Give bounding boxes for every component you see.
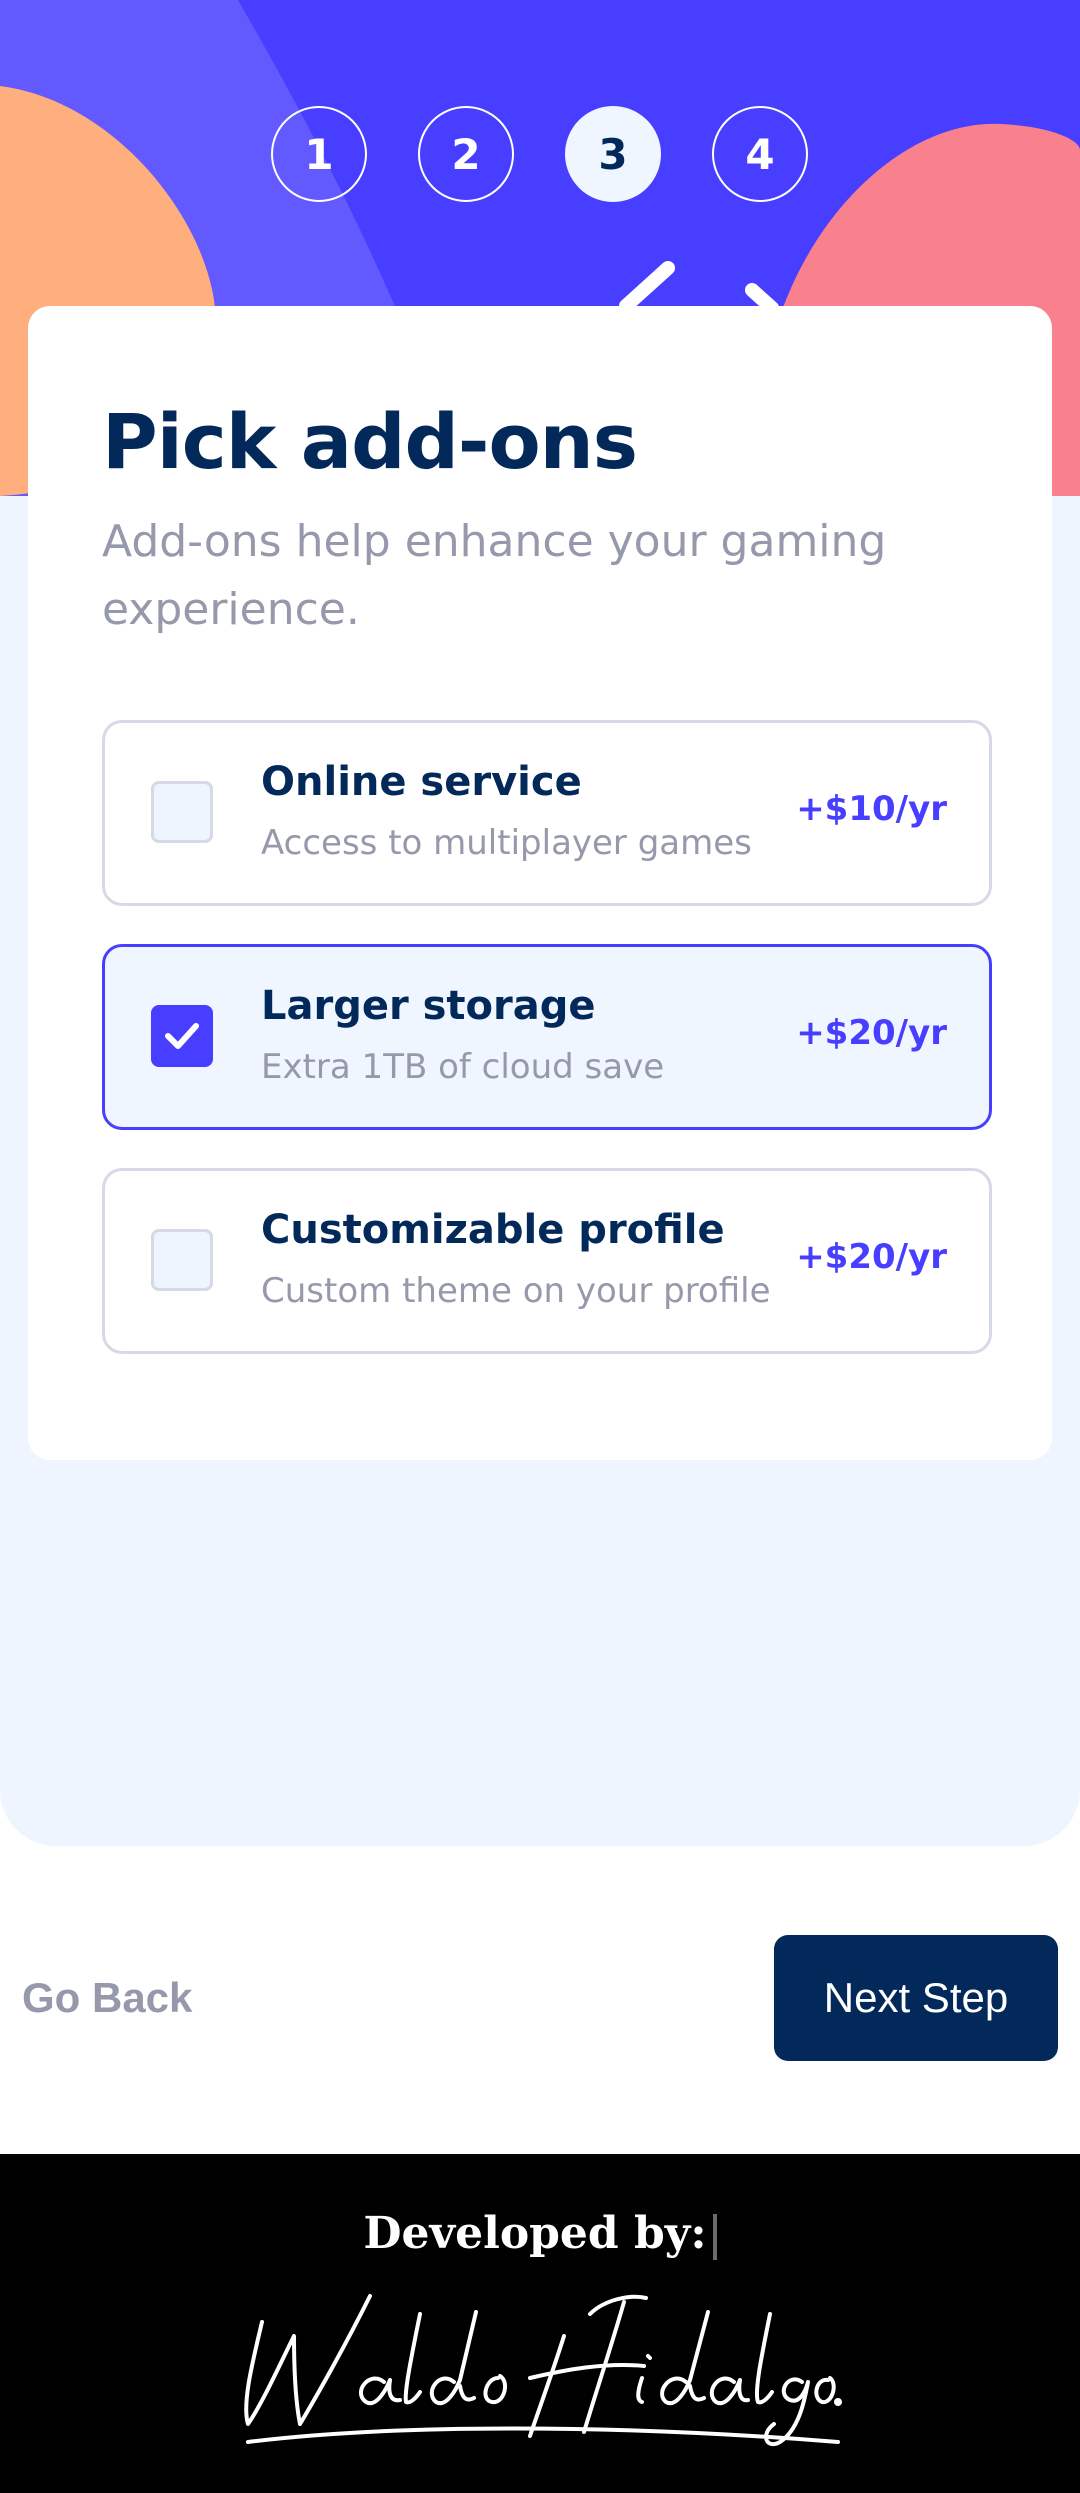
checkbox[interactable] [151, 1228, 213, 1291]
addon-list: Online service Access to multiplayer gam… [102, 719, 992, 1354]
addon-name: Online service [261, 758, 582, 805]
addon-name: Larger storage [261, 982, 596, 1029]
checkbox[interactable] [151, 780, 213, 843]
page-title: Pick add-ons [102, 397, 638, 486]
form-card: Pick add-ons Add-ons help enhance your g… [28, 306, 1052, 1460]
addon-larger-storage[interactable]: Larger storage Extra 1TB of cloud save +… [102, 943, 992, 1130]
step-1[interactable]: 1 [271, 106, 367, 202]
step-3-active[interactable]: 3 [565, 106, 661, 202]
step-indicator: 1 2 3 4 [0, 106, 1080, 206]
addon-description: Extra 1TB of cloud save [261, 1046, 665, 1087]
text-cursor [712, 2213, 717, 2260]
footer: Developed by: [0, 2154, 1080, 2493]
signature-logo [244, 2294, 842, 2446]
developed-by-label: Developed by: [0, 2208, 1080, 2260]
next-step-button[interactable]: Next Step [774, 1935, 1058, 2061]
addon-price: +$10/yr [796, 788, 947, 829]
addon-description: Custom theme on your profile [261, 1270, 771, 1311]
go-back-button[interactable]: Go Back [22, 1974, 192, 2022]
developed-by-text: Developed by: [363, 2208, 707, 2259]
addon-price: +$20/yr [796, 1236, 947, 1277]
addon-online-service[interactable]: Online service Access to multiplayer gam… [102, 719, 992, 906]
addon-customizable-profile[interactable]: Customizable profile Custom theme on you… [102, 1167, 992, 1354]
addon-price: +$20/yr [796, 1012, 947, 1053]
page-subtitle: Add-ons help enhance your gaming experie… [102, 515, 887, 635]
checkmark-icon [165, 1022, 199, 1049]
checkbox-checked[interactable] [151, 1004, 213, 1067]
addon-description: Access to multiplayer games [261, 822, 752, 863]
step-2[interactable]: 2 [418, 106, 514, 202]
addon-name: Customizable profile [261, 1206, 725, 1253]
step-4[interactable]: 4 [712, 106, 808, 202]
